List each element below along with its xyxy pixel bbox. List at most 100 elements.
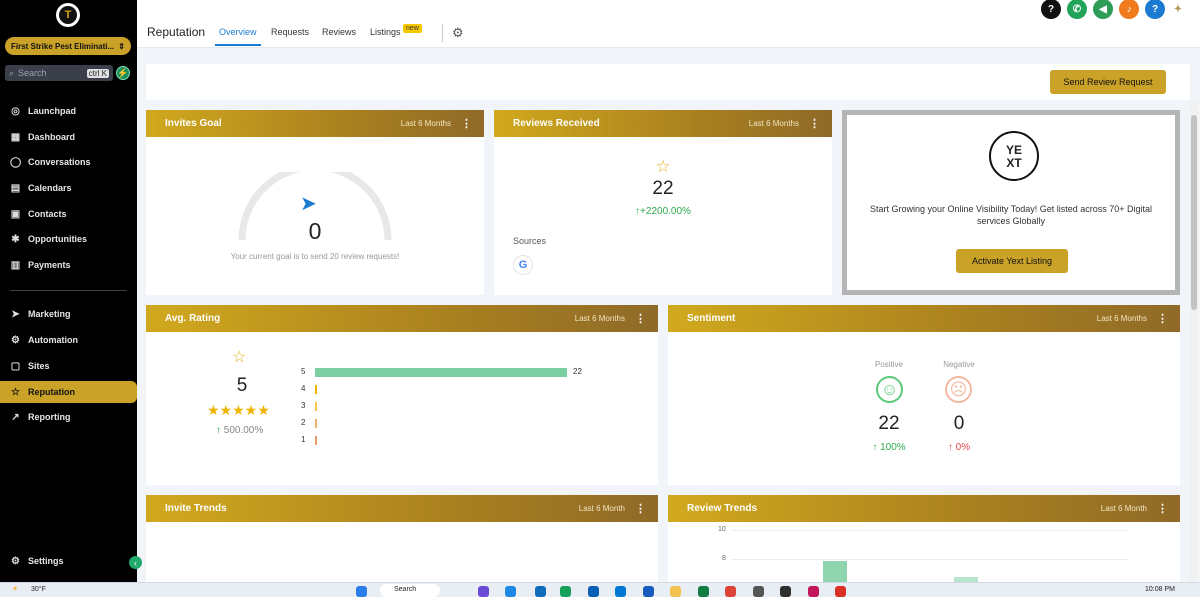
weather-text: 30°F: [31, 586, 46, 593]
account-switcher[interactable]: First Strike Pest Eliminati... ⇕: [5, 37, 131, 55]
collapse-sidebar-button[interactable]: ‹: [129, 556, 142, 569]
sidebar-item-reputation[interactable]: ☆ Reputation: [0, 381, 137, 403]
notification-bell-icon[interactable]: ♪: [1119, 0, 1139, 19]
more-options-icon[interactable]: ⋮: [461, 117, 472, 130]
period-selector[interactable]: Last 6 Months: [401, 119, 451, 128]
chevron-updown-icon: ⇕: [118, 41, 125, 51]
sidebar-item-dashboard[interactable]: ▦ Dashboard: [0, 126, 137, 148]
sidebar-item-label: Sites: [28, 361, 50, 371]
sidebar-item-label: Reputation: [28, 387, 75, 397]
goal-value: 0: [308, 218, 322, 244]
quick-action-bolt-icon[interactable]: ⚡: [116, 66, 130, 80]
main-content: Send Review Request Invites Goal Last 6 …: [146, 64, 1190, 582]
google-icon[interactable]: G: [513, 255, 533, 275]
app-icon[interactable]: [780, 586, 791, 597]
card-title: Invites Goal: [165, 118, 222, 129]
help-icon[interactable]: ?: [1041, 0, 1061, 19]
card-title: Review Trends: [687, 503, 758, 514]
sidebar-item-label: Dashboard: [28, 132, 76, 142]
tab-overview[interactable]: Overview: [219, 27, 257, 37]
app-icon[interactable]: [808, 586, 819, 597]
app-icon[interactable]: [643, 586, 654, 597]
app-icon[interactable]: [753, 586, 764, 597]
send-review-request-button[interactable]: Send Review Request: [1050, 70, 1166, 94]
send-icon: ➤: [11, 308, 20, 320]
y-tick: 10: [718, 526, 726, 533]
gridline: [732, 530, 1128, 531]
more-options-icon[interactable]: ⋮: [809, 117, 820, 130]
sidebar-item-label: Calendars: [28, 183, 72, 193]
sidebar-item-label: Payments: [28, 260, 71, 270]
sidebar-item-automation[interactable]: ⚙ Automation: [0, 329, 137, 351]
review-trends-card: Review Trends Last 6 Month ⋮ 10 8: [668, 495, 1180, 582]
star-list-icon: ☆: [655, 157, 671, 176]
app-icon[interactable]: [698, 586, 709, 597]
sidebar-item-payments[interactable]: ▥ Payments: [0, 254, 137, 276]
tab-reviews[interactable]: Reviews: [322, 27, 356, 37]
app-icon[interactable]: [478, 586, 489, 597]
negative-change: ↑ 0%: [947, 442, 971, 453]
calendar-icon: ▤: [10, 182, 21, 194]
page-scrollbar[interactable]: [1190, 100, 1198, 582]
card-title: Sentiment: [687, 313, 736, 324]
period-selector[interactable]: Last 6 Month: [1101, 504, 1147, 513]
rating-row: 3: [301, 401, 601, 413]
sidebar-item-reporting[interactable]: ↗ Reporting: [0, 406, 137, 428]
phone-icon[interactable]: ✆: [1067, 0, 1087, 19]
rating-bar: [315, 385, 317, 394]
sidebar-item-sites[interactable]: ▢ Sites: [0, 355, 137, 377]
app-icon[interactable]: [615, 586, 626, 597]
chart-line-icon: ↗: [11, 411, 20, 423]
tab-listings[interactable]: Listings: [370, 27, 401, 37]
sidebar-item-label: Conversations: [28, 157, 91, 167]
sidebar-item-marketing[interactable]: ➤ Marketing: [0, 303, 137, 325]
header-icons: ? ✆ ◀ ♪ ? ✦: [1041, 0, 1185, 19]
app-icon[interactable]: [535, 586, 546, 597]
app-icon[interactable]: [835, 586, 846, 597]
sidebar-item-conversations[interactable]: ◯ Conversations: [0, 151, 137, 173]
more-options-icon[interactable]: ⋮: [635, 312, 646, 325]
app-icon[interactable]: [560, 586, 571, 597]
negative-value: 0: [953, 413, 965, 434]
app-icon[interactable]: [670, 586, 681, 597]
scrollbar-thumb[interactable]: [1191, 115, 1197, 310]
app-icon[interactable]: [505, 586, 516, 597]
megaphone-icon[interactable]: ◀: [1093, 0, 1113, 19]
five-stars: ★★★★★: [207, 402, 270, 418]
sidebar-item-label: Settings: [28, 556, 64, 566]
period-selector[interactable]: Last 6 Month: [579, 504, 625, 513]
sidebar-item-opportunities[interactable]: ✱ Opportunities: [0, 228, 137, 250]
settings-gear-icon[interactable]: ⚙: [452, 25, 464, 41]
sidebar-item-contacts[interactable]: ▣ Contacts: [0, 203, 137, 225]
sidebar-item-label: Automation: [28, 335, 78, 345]
tab-requests[interactable]: Requests: [271, 27, 309, 37]
more-options-icon[interactable]: ⋮: [1157, 502, 1168, 515]
sources-label: Sources: [513, 236, 547, 246]
sidebar-divider: [10, 290, 127, 291]
reviews-received-card: Reviews Received Last 6 Months ⋮ ☆ 22 ↑+…: [494, 110, 832, 295]
period-selector[interactable]: Last 6 Months: [575, 314, 625, 323]
windows-start-icon[interactable]: [356, 586, 367, 597]
sidebar-item-launchpad[interactable]: ◎ Launchpad: [0, 100, 137, 122]
os-taskbar: ☀ 30°F Search 10:08 PM: [0, 582, 1200, 597]
search-shortcut: ctrl K: [86, 68, 109, 78]
user-avatar-icon[interactable]: ✦: [1171, 0, 1185, 19]
app-icon[interactable]: [588, 586, 599, 597]
rating-bar: [315, 402, 317, 411]
search-icon: ⌕: [9, 67, 15, 78]
app-icon[interactable]: [725, 586, 736, 597]
more-options-icon[interactable]: ⋮: [635, 502, 646, 515]
rating-row: 4: [301, 384, 601, 396]
period-selector[interactable]: Last 6 Months: [1097, 314, 1147, 323]
more-options-icon[interactable]: ⋮: [1157, 312, 1168, 325]
search-input[interactable]: ⌕ Search ctrl K: [5, 65, 113, 81]
new-badge: new: [403, 24, 422, 33]
taskbar-search[interactable]: Search: [380, 584, 440, 597]
period-selector[interactable]: Last 6 Months: [749, 119, 799, 128]
sidebar-item-calendars[interactable]: ▤ Calendars: [0, 177, 137, 199]
card-header: Avg. Rating Last 6 Months ⋮: [146, 305, 658, 332]
brand-logo[interactable]: T: [56, 3, 80, 27]
support-icon[interactable]: ?: [1145, 0, 1165, 19]
sidebar-item-settings[interactable]: ⚙ Settings: [0, 550, 137, 572]
activate-yext-button[interactable]: Activate Yext Listing: [956, 249, 1068, 273]
